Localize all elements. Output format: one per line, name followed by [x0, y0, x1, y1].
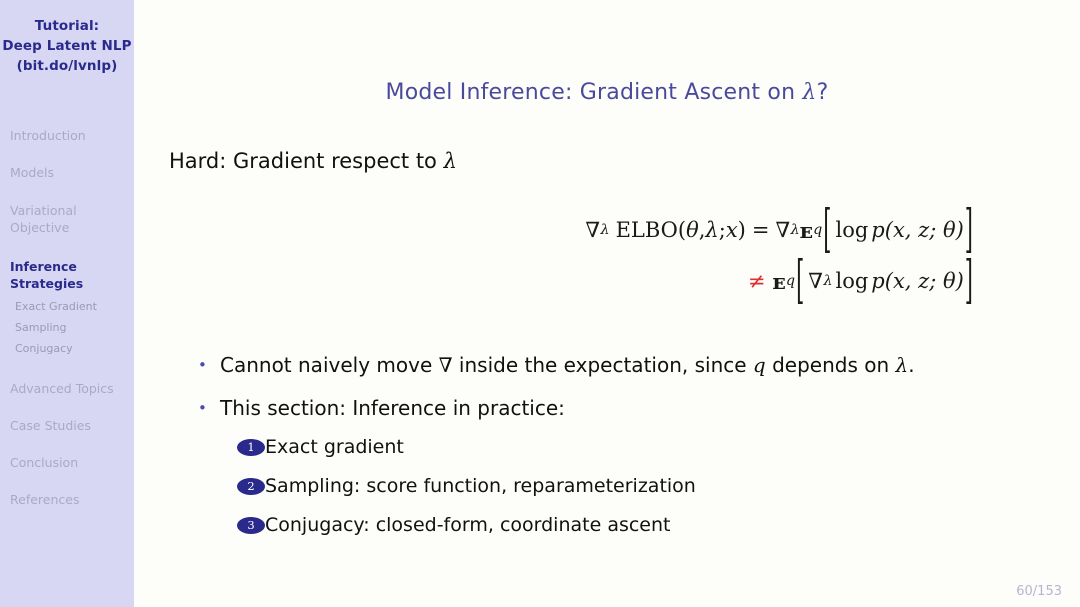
hard-statement: Hard: Gradient respect to λ — [169, 149, 457, 173]
sidebar-item-conclusion[interactable]: Conclusion — [0, 455, 134, 470]
elbo-label: ELBO( — [615, 218, 687, 242]
log-label-2: log — [835, 269, 869, 293]
slide: Tutorial: Deep Latent NLP (bit.do/lvnlp)… — [0, 0, 1080, 607]
list-item: 1 Exact gradient — [237, 434, 1037, 461]
sidebar-item-inference-strategies-line-1: Inference — [10, 259, 77, 274]
enum-text-3: Conjugacy: closed-form, coordinate ascen… — [265, 514, 671, 536]
sidebar-item-inference-strategies-line-2: Strategies — [10, 276, 84, 291]
x-symbol: x — [725, 218, 738, 242]
sidebar-item-case-studies[interactable]: Case Studies — [0, 418, 134, 433]
sidebar-item-references[interactable]: References — [0, 492, 134, 507]
sidebar-title: Tutorial: Deep Latent NLP (bit.do/lvnlp) — [0, 0, 134, 76]
nabla-icon-2: ∇ — [775, 218, 791, 242]
equals-sign: = — [751, 218, 770, 242]
sidebar-title-line-3: (bit.do/lvnlp) — [16, 58, 118, 74]
bullet-1-end: . — [908, 353, 915, 377]
page-number: 60/153 — [1016, 584, 1062, 599]
bullet-dot-icon: • — [198, 399, 207, 417]
sidebar-title-line-1: Tutorial: — [34, 18, 100, 34]
equation-line-2: ≠ ᴇ q[∇ λ log p (x, z; θ)] — [134, 251, 1080, 310]
sidebar-nav: Introduction Models Variational Objectiv… — [0, 128, 134, 529]
bullet-1-pre: Cannot naively move — [220, 353, 439, 377]
sidebar-item-inference-strategies[interactable]: Inference Strategies — [0, 258, 134, 292]
sidebar-subitem-sampling[interactable]: Sampling — [0, 321, 134, 335]
nabla-subscript-lambda: λ — [600, 222, 610, 238]
enumerated-list: 1 Exact gradient 2 Sampling: score funct… — [237, 434, 1037, 551]
expectation-subscript-q: q — [813, 222, 823, 238]
frame-title-suffix: ? — [816, 80, 829, 105]
equation-block: ∇ λ ELBO(θ, λ; x) = ∇ λ ᴇ q[log p (x, z; θ)] ≠ ᴇ q[… — [134, 200, 1080, 310]
nabla-icon-3: ∇ — [808, 269, 823, 293]
list-item: 2 Sampling: score function, reparameteri… — [237, 473, 1037, 500]
frame-title: Model Inference: Gradient Ascent on λ? — [134, 80, 1080, 105]
log-label: log — [835, 218, 869, 242]
lambda-symbol-inline: λ — [895, 353, 909, 377]
lambda-symbol: λ — [705, 218, 719, 242]
paren-close: ) — [737, 218, 746, 242]
list-item: • Cannot naively move ∇ inside the expec… — [198, 352, 1058, 379]
bullet-list: • Cannot naively move ∇ inside the expec… — [198, 352, 1058, 438]
p-symbol-2: p — [871, 269, 885, 293]
sidebar-item-introduction[interactable]: Introduction — [0, 128, 134, 143]
equation-line-1: ∇ λ ELBO(θ, λ; x) = ∇ λ ᴇ q[log p (x, z; θ)] — [134, 200, 1080, 259]
bullet-1-mid: inside the expectation, since — [452, 353, 753, 377]
joint-arguments-2: (x, z; θ) — [884, 269, 964, 293]
list-item: • This section: Inference in practice: — [198, 395, 1058, 422]
theta-symbol: θ — [686, 218, 699, 242]
nabla-icon: ∇ — [585, 218, 601, 242]
bullet-text: Cannot naively move ∇ inside the expecta… — [220, 352, 915, 379]
nabla-3-subscript-lambda: λ — [823, 273, 833, 289]
sidebar: Tutorial: Deep Latent NLP (bit.do/lvnlp)… — [0, 0, 134, 607]
nabla-2-subscript-lambda: λ — [790, 222, 800, 238]
enum-text-1: Exact gradient — [265, 436, 404, 458]
bracket-close-icon: ] — [964, 199, 973, 259]
joint-arguments: (x, z; θ) — [884, 218, 964, 242]
sidebar-title-line-2: Deep Latent NLP — [2, 38, 132, 54]
bracket-open-icon: [ — [823, 199, 832, 259]
frame-title-text: Model Inference: Gradient Ascent on — [385, 80, 803, 105]
sidebar-item-advanced-topics[interactable]: Advanced Topics — [0, 381, 134, 396]
hard-statement-lambda-symbol: λ — [443, 149, 457, 173]
list-item: 3 Conjugacy: closed-form, coordinate asc… — [237, 512, 1037, 539]
sidebar-subitem-exact-gradient[interactable]: Exact Gradient — [0, 300, 134, 314]
bullet-1-post: depends on — [765, 353, 896, 377]
expectation-symbol: ᴇ — [799, 217, 813, 243]
sidebar-item-models[interactable]: Models — [0, 165, 134, 180]
frame-title-lambda-symbol: λ — [802, 80, 817, 105]
nabla-icon-inline: ∇ — [438, 353, 453, 377]
sidebar-item-variational-objective[interactable]: Variational Objective — [0, 202, 134, 236]
bullet-text: This section: Inference in practice: — [220, 396, 565, 420]
hard-statement-text: Hard: Gradient respect to — [169, 149, 444, 173]
enum-marker-3: 3 — [237, 517, 265, 534]
enum-text-2: Sampling: score function, reparameteriza… — [265, 475, 696, 497]
sidebar-item-variational-objective-line-2: Objective — [10, 220, 70, 235]
bracket-close-icon-2: ] — [964, 250, 973, 310]
enum-marker-2: 2 — [237, 478, 265, 495]
enum-marker-1: 1 — [237, 439, 265, 456]
sidebar-subitem-conjugacy[interactable]: Conjugacy — [0, 342, 134, 356]
bullet-dot-icon: • — [198, 356, 207, 374]
q-symbol: q — [752, 353, 766, 377]
sidebar-item-variational-objective-line-1: Variational — [10, 203, 77, 218]
semicolon-separator: ; — [718, 218, 726, 242]
p-symbol: p — [871, 218, 885, 242]
slide-body: Model Inference: Gradient Ascent on λ? H… — [134, 0, 1080, 607]
not-equals-icon: ≠ — [747, 269, 766, 293]
bracket-open-icon-2: [ — [796, 250, 805, 310]
expectation-2-subscript-q: q — [785, 273, 796, 289]
expectation-symbol-2: ᴇ — [772, 268, 786, 294]
